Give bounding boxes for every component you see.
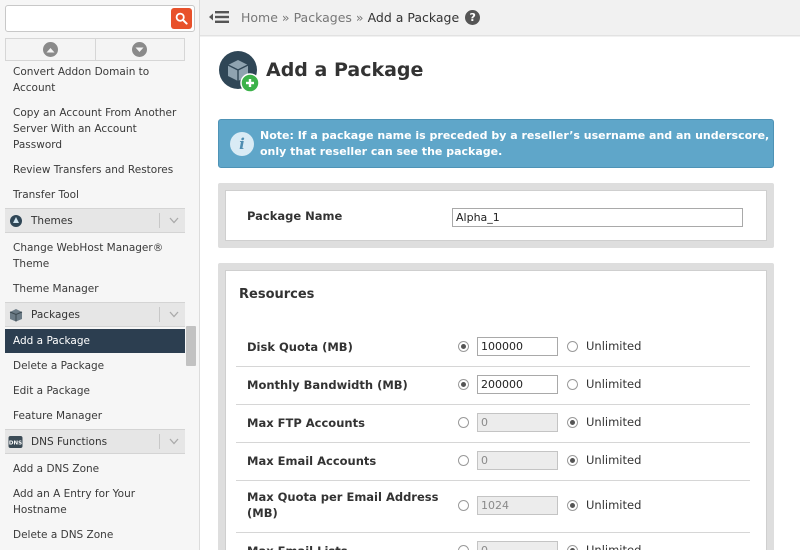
breadcrumb-separator: »	[355, 10, 364, 25]
breadcrumb-current: Add a Package	[367, 10, 460, 25]
resource-value-input[interactable]	[477, 541, 558, 550]
breadcrumb-home[interactable]: Home	[241, 10, 278, 25]
menu-collapse-icon	[209, 11, 229, 23]
sidebar-search	[5, 5, 195, 32]
info-icon: i	[230, 132, 254, 156]
resource-label: Monthly Bandwidth (MB)	[247, 378, 408, 392]
sidebar-category-packages[interactable]: Packages	[5, 302, 185, 327]
breadcrumb-separator: »	[281, 10, 290, 25]
unlimited-radio[interactable]	[567, 500, 578, 511]
sidebar-item-change-theme[interactable]: Change WebHost Manager® Theme	[5, 240, 185, 272]
unlimited-label: Unlimited	[586, 453, 642, 467]
add-package-icon	[218, 50, 262, 94]
sidebar-item-theme-manager[interactable]: Theme Manager	[5, 281, 185, 297]
custom-value-radio[interactable]	[458, 379, 469, 390]
sidebar-item-delete-dns-zone[interactable]: Delete a DNS Zone	[5, 527, 185, 543]
dns-icon: DNS	[8, 434, 23, 449]
resources-panel: Resources Disk Quota (MB) Unlimited Monthl…	[218, 263, 774, 550]
chevron-up-icon	[42, 42, 58, 57]
package-name-label: Package Name	[247, 209, 343, 223]
resources-heading: Resources	[239, 287, 315, 302]
unlimited-radio[interactable]	[567, 379, 578, 390]
sidebar-item-feature-manager[interactable]: Feature Manager	[5, 408, 185, 424]
sidebar-item-transfer-tool[interactable]: Transfer Tool	[5, 187, 185, 203]
info-note: i Note: If a package name is preceded by…	[218, 119, 774, 168]
top-bar: Home » Packages » Add a Package ?	[200, 0, 800, 36]
note-text: Note: If a package name is preceded by a…	[260, 129, 770, 158]
row-divider	[236, 480, 750, 481]
resource-label: Disk Quota (MB)	[247, 340, 353, 354]
unlimited-radio[interactable]	[567, 341, 578, 352]
themes-icon	[8, 213, 23, 228]
collapse-all-button[interactable]	[5, 38, 96, 60]
chevron-down-icon	[132, 42, 148, 57]
category-label: Themes	[31, 214, 73, 227]
sidebar: Convert Addon Domain to Account Copy an …	[0, 0, 200, 550]
search-icon	[175, 12, 188, 25]
unlimited-label: Unlimited	[586, 339, 642, 353]
unlimited-label: Unlimited	[586, 415, 642, 429]
sidebar-item-add-dns-zone[interactable]: Add a DNS Zone	[5, 461, 185, 477]
breadcrumb: Home » Packages » Add a Package ?	[241, 10, 481, 25]
unlimited-label: Unlimited	[586, 543, 642, 550]
resource-value-input[interactable]	[477, 337, 558, 356]
chevron-down-icon	[167, 217, 181, 224]
unlimited-label: Unlimited	[586, 498, 642, 512]
sidebar-category-dns-functions[interactable]: DNS DNS Functions	[5, 429, 185, 454]
page-title: Add a Package	[266, 59, 424, 81]
menu-toggle-button[interactable]	[208, 7, 230, 27]
main-content: Add a Package i Note: If a package name …	[200, 37, 800, 550]
sidebar-item-edit-package[interactable]: Edit a Package	[5, 383, 185, 399]
package-name-input[interactable]	[452, 208, 743, 227]
row-divider	[236, 532, 750, 533]
unlimited-radio[interactable]	[567, 545, 578, 550]
row-divider	[236, 442, 750, 443]
custom-value-radio[interactable]	[458, 417, 469, 428]
svg-text:DNS: DNS	[9, 440, 22, 446]
category-label: Packages	[31, 308, 80, 321]
sidebar-item-review-transfers[interactable]: Review Transfers and Restores	[5, 162, 185, 178]
sidebar-item-add-package[interactable]: Add a Package	[5, 329, 185, 353]
category-label: DNS Functions	[31, 435, 108, 448]
search-button[interactable]	[171, 8, 192, 29]
chevron-down-icon	[167, 311, 181, 318]
sidebar-item-delete-package[interactable]: Delete a Package	[5, 358, 185, 374]
unlimited-radio[interactable]	[567, 417, 578, 428]
resource-label: Max Email Lists	[247, 543, 452, 550]
sidebar-collapse-controls	[5, 38, 185, 61]
resource-value-input[interactable]	[477, 413, 558, 432]
unlimited-radio[interactable]	[567, 455, 578, 466]
resource-label: Max Quota per Email Address (MB)	[247, 490, 439, 520]
sidebar-item-convert-addon[interactable]: Convert Addon Domain to Account	[5, 64, 185, 96]
resource-value-input[interactable]	[477, 375, 558, 394]
help-icon[interactable]: ?	[465, 10, 481, 25]
sidebar-scrollbar[interactable]	[186, 326, 196, 366]
resource-value-input[interactable]	[477, 496, 558, 515]
sidebar-item-add-a-entry[interactable]: Add an A Entry for Your Hostname	[5, 486, 185, 518]
resource-label: Max FTP Accounts	[247, 416, 365, 430]
custom-value-radio[interactable]	[458, 500, 469, 511]
row-divider	[236, 404, 750, 405]
package-name-panel: Package Name	[218, 183, 774, 248]
chevron-down-icon	[167, 438, 181, 445]
resource-value-input[interactable]	[477, 451, 558, 470]
custom-value-radio[interactable]	[458, 341, 469, 352]
package-icon	[8, 307, 23, 322]
custom-value-radio[interactable]	[458, 545, 469, 550]
expand-all-button[interactable]	[95, 38, 185, 60]
sidebar-category-themes[interactable]: Themes	[5, 208, 185, 233]
resource-label: Max Email Accounts	[247, 454, 377, 468]
search-input[interactable]	[10, 9, 168, 28]
sidebar-item-copy-account[interactable]: Copy an Account From Another Server With…	[5, 105, 185, 153]
unlimited-label: Unlimited	[586, 377, 642, 391]
row-divider	[236, 366, 750, 367]
breadcrumb-packages[interactable]: Packages	[294, 10, 352, 25]
custom-value-radio[interactable]	[458, 455, 469, 466]
